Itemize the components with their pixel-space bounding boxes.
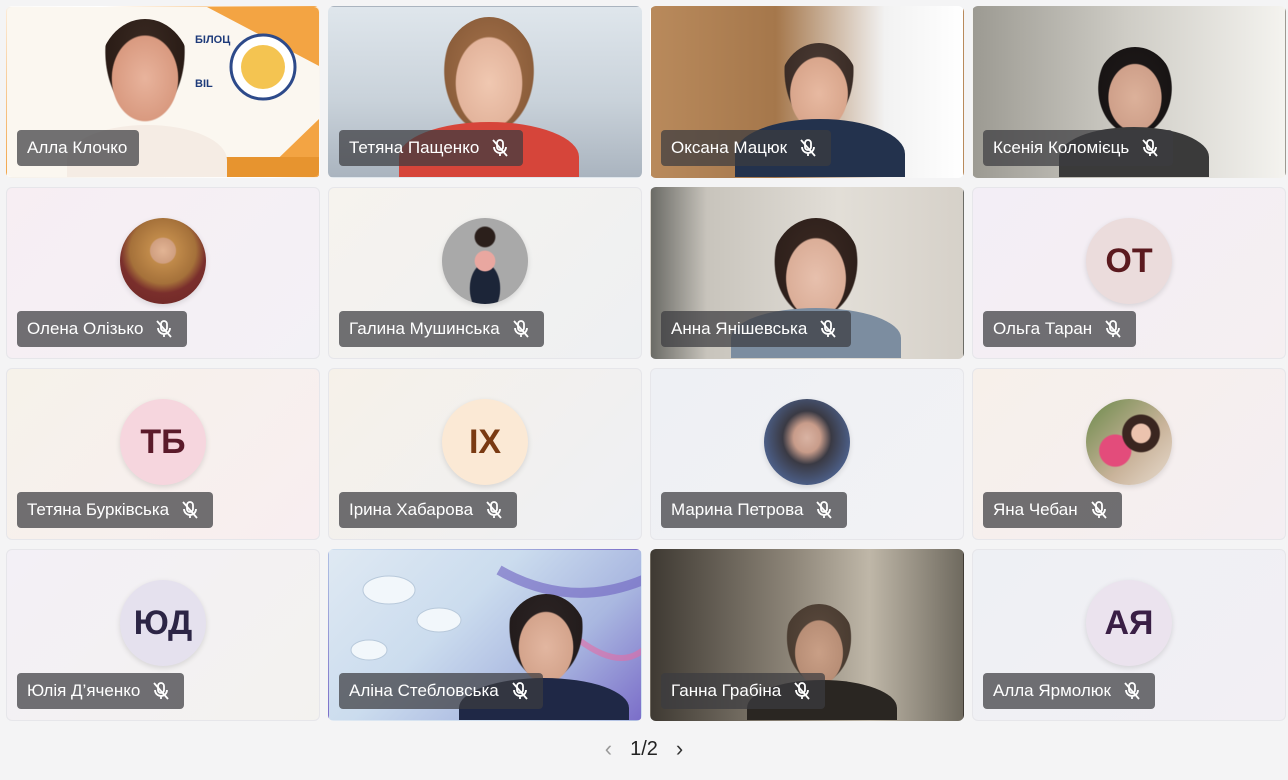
participant-video-figure (441, 17, 537, 137)
name-tag: Ксенія Коломієць (983, 130, 1174, 166)
name-tag: Ірина Хабарова (339, 492, 518, 528)
participant-name: Анна Янішевська (671, 319, 808, 338)
mic-off-icon (1088, 499, 1110, 521)
avatar-initials-text: ІХ (468, 423, 502, 462)
participant-tile[interactable]: Галина Мушинська (328, 187, 642, 359)
avatar (120, 218, 206, 305)
avatar-initials: ОТ (1086, 218, 1172, 305)
participant-name: Аліна Стебловська (349, 681, 499, 700)
avatar-initials: АЯ (1086, 580, 1172, 667)
mic-off-icon (489, 137, 511, 159)
avatar-initials: ТБ (120, 399, 206, 486)
pagination: ‹ 1/2 › (0, 736, 1288, 762)
name-tag: Алла Ярмолюк (983, 673, 1155, 709)
participant-name: Алла Клочко (27, 138, 128, 157)
participant-video-figure (771, 218, 861, 322)
participant-tile[interactable]: Анна Янішевська (650, 187, 964, 359)
participant-tile[interactable]: Аліна Стебловська (328, 549, 642, 721)
mic-off-icon (179, 499, 201, 521)
name-tag: Аліна Стебловська (339, 673, 543, 709)
avatar (764, 399, 850, 486)
video-grid: БІЛОЦ BIL Алла Клочко Тетяна Пащенко Окс… (6, 6, 1286, 721)
name-tag: Галина Мушинська (339, 311, 544, 347)
mic-off-icon (1139, 137, 1161, 159)
mic-off-icon (509, 680, 531, 702)
participant-tile[interactable]: Ксенія Коломієць (972, 6, 1286, 178)
participant-name: Ірина Хабарова (349, 500, 474, 519)
mic-off-icon (797, 137, 819, 159)
participant-name: Марина Петрова (671, 500, 804, 519)
name-tag: Тетяна Пащенко (339, 130, 524, 166)
participant-name: Юлія Д’яченко (27, 681, 141, 700)
participant-name: Тетяна Бурківська (27, 500, 170, 519)
svg-text:БІЛОЦ: БІЛОЦ (195, 34, 230, 46)
name-tag: Яна Чебан (983, 492, 1122, 528)
avatar-initials: ІХ (442, 399, 528, 486)
participant-tile[interactable]: Яна Чебан (972, 368, 1286, 540)
participant-name: Олена Олізько (27, 319, 144, 338)
avatar-initials-text: ОТ (1105, 242, 1153, 281)
avatar-initials-text: ТБ (140, 423, 186, 462)
mic-off-icon (1102, 318, 1124, 340)
name-tag: Марина Петрова (661, 492, 848, 528)
avatar-initials-text: ЮД (133, 604, 193, 643)
mic-off-icon (817, 318, 839, 340)
participant-tile[interactable]: Оксана Мацюк (650, 6, 964, 178)
svg-text:BIL: BIL (195, 78, 213, 90)
participant-tile[interactable]: ТБ Тетяна Бурківська (6, 368, 320, 540)
participant-video-figure (1095, 47, 1175, 139)
participant-name: Ольга Таран (993, 319, 1093, 338)
name-tag: Олена Олізько (17, 311, 188, 347)
chevron-right-icon[interactable]: › (676, 736, 683, 762)
mic-off-icon (791, 680, 813, 702)
participant-name: Яна Чебан (993, 500, 1078, 519)
name-tag: Ольга Таран (983, 311, 1137, 347)
avatar (442, 218, 528, 305)
participant-tile[interactable]: ОТ Ольга Таран (972, 187, 1286, 359)
participant-name: Тетяна Пащенко (349, 138, 480, 157)
mic-off-icon (1121, 680, 1143, 702)
participant-name: Ксенія Коломієць (993, 138, 1130, 157)
name-tag: Оксана Мацюк (661, 130, 832, 166)
name-tag: Анна Янішевська (661, 311, 852, 347)
chevron-left-icon[interactable]: ‹ (605, 736, 612, 762)
participant-tile[interactable]: Олена Олізько (6, 187, 320, 359)
avatar-initials-text: АЯ (1104, 604, 1154, 643)
page-indicator: 1/2 (630, 737, 658, 760)
mic-off-icon (153, 318, 175, 340)
name-tag: Алла Клочко (17, 130, 140, 166)
participant-name: Оксана Мацюк (671, 138, 788, 157)
mic-off-icon (150, 680, 172, 702)
participant-tile[interactable]: Тетяна Пащенко (328, 6, 642, 178)
avatar-initials: ЮД (120, 580, 206, 667)
mic-off-icon (483, 499, 505, 521)
participant-tile[interactable]: Марина Петрова (650, 368, 964, 540)
participant-name: Галина Мушинська (349, 319, 500, 338)
participant-tile[interactable]: АЯ Алла Ярмолюк (972, 549, 1286, 721)
participant-name: Ганна Грабіна (671, 681, 782, 700)
participant-video-figure (99, 19, 191, 127)
avatar (1086, 399, 1172, 486)
participant-tile[interactable]: Ганна Грабіна (650, 549, 964, 721)
participant-name: Алла Ярмолюк (993, 681, 1111, 700)
mic-off-icon (510, 318, 532, 340)
participant-tile[interactable]: ІХ Ірина Хабарова (328, 368, 642, 540)
mic-off-icon (813, 499, 835, 521)
name-tag: Тетяна Бурківська (17, 492, 214, 528)
name-tag: Ганна Грабіна (661, 673, 826, 709)
participant-tile[interactable]: БІЛОЦ BIL Алла Клочко (6, 6, 320, 178)
participant-tile[interactable]: ЮД Юлія Д’яченко (6, 549, 320, 721)
name-tag: Юлія Д’яченко (17, 673, 185, 709)
